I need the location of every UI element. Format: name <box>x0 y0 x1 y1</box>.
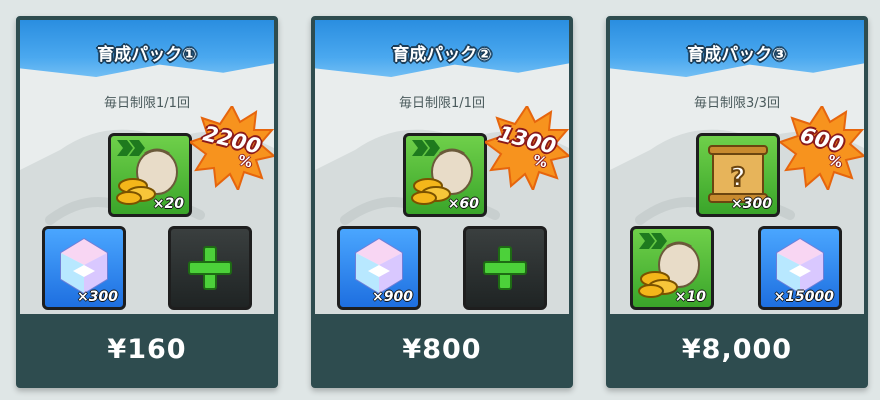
pack-card-3[interactable]: 育成パック③ 毎日制限3/3回 ? ×300 ×10 ×15000 600 % … <box>606 16 868 388</box>
item-gem[interactable]: ×900 <box>337 226 421 310</box>
item-quantity: ×300 <box>77 289 118 305</box>
bonus-badge: 600 % <box>780 106 864 190</box>
item-quantity: ×15000 <box>773 289 834 305</box>
price-label: ¥800 <box>402 333 482 365</box>
pack-shop: 育成パック① 毎日制限1/1回 ×20 ×300 2200 % ¥160 育成パ… <box>0 0 880 400</box>
bonus-badge: 2200 % <box>190 106 274 190</box>
item-mystery-scroll[interactable]: ? ×300 <box>696 133 780 217</box>
bonus-badge: 1300 % <box>485 106 569 190</box>
plus-icon <box>483 246 527 290</box>
item-slot-empty[interactable] <box>168 226 252 310</box>
item-quantity: ×300 <box>731 196 772 212</box>
price-label: ¥8,000 <box>681 333 793 365</box>
item-quantity: ×60 <box>447 196 479 212</box>
pack-title: 育成パック③ <box>687 45 787 65</box>
svg-text:?: ? <box>730 163 745 193</box>
item-coin-sack[interactable]: ×60 <box>403 133 487 217</box>
price-button[interactable]: ¥8,000 <box>610 314 864 384</box>
price-button[interactable]: ¥160 <box>20 314 274 384</box>
item-coin-sack[interactable]: ×20 <box>108 133 192 217</box>
pack-card-1[interactable]: 育成パック① 毎日制限1/1回 ×20 ×300 2200 % ¥160 <box>16 16 278 388</box>
plus-icon <box>188 246 232 290</box>
price-label: ¥160 <box>107 333 187 365</box>
item-quantity: ×20 <box>152 196 184 212</box>
item-slot-empty[interactable] <box>463 226 547 310</box>
pack-card-2[interactable]: 育成パック② 毎日制限1/1回 ×60 ×900 1300 % ¥800 <box>311 16 573 388</box>
item-coin-sack[interactable]: ×10 <box>630 226 714 310</box>
item-quantity: ×10 <box>674 289 706 305</box>
item-quantity: ×900 <box>372 289 413 305</box>
pack-title: 育成パック① <box>97 45 197 65</box>
item-gem[interactable]: ×15000 <box>758 226 842 310</box>
price-button[interactable]: ¥800 <box>315 314 569 384</box>
pack-title: 育成パック② <box>392 45 492 65</box>
item-gem[interactable]: ×300 <box>42 226 126 310</box>
